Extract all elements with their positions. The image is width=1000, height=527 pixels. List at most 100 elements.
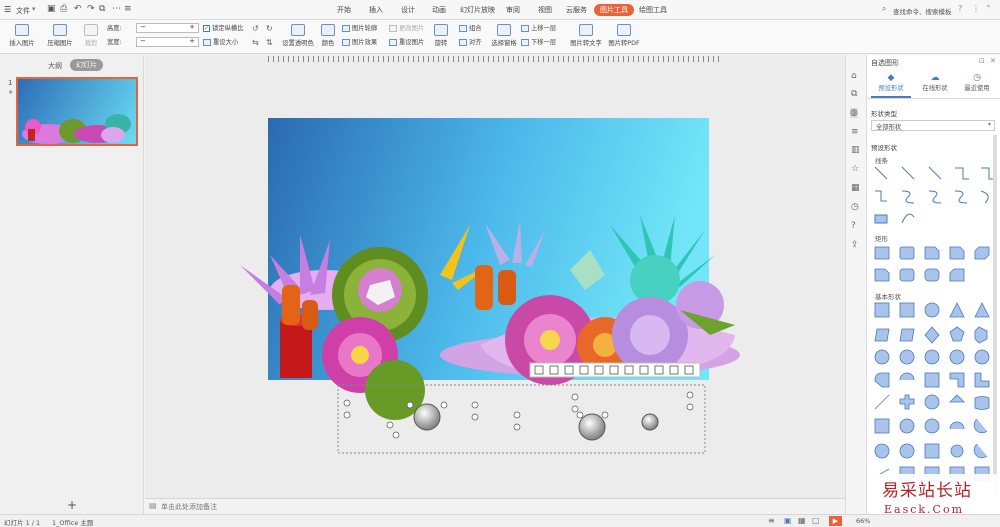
reset-picture-button[interactable]: 重设图片 (389, 38, 424, 48)
save-icon[interactable]: ▣ (47, 4, 56, 14)
color-icon (321, 24, 335, 36)
line-shapes-grid[interactable] (873, 165, 997, 225)
flip-vertical-icon[interactable]: ⇅ (266, 38, 273, 47)
zoom-level[interactable]: 66% (856, 517, 870, 525)
reset-size-button[interactable]: 重设大小 (203, 38, 238, 48)
copy-format-icon[interactable]: ⧉ (99, 4, 105, 14)
slide-thumbnail[interactable] (16, 77, 138, 146)
more-icon[interactable]: ⋯ (112, 4, 121, 14)
star-icon[interactable]: ☆ (851, 164, 859, 174)
task-pane-icons: ⌂ ⧉ ◍ ≡ ▥ ☆ ▦ ◷ ? ⇪ (845, 55, 866, 514)
undo-icon[interactable]: ↶ (74, 4, 82, 14)
notes-toggle-icon[interactable]: ≡ (768, 516, 775, 525)
pin-icon[interactable]: ⊡ (979, 57, 985, 65)
home-icon[interactable]: ⌂ (851, 71, 857, 81)
tab-cloud[interactable]: 云服务 (563, 4, 590, 16)
thumbnail-flowers-image (22, 114, 131, 144)
compress-picture-button[interactable]: 压缩图片 (45, 24, 75, 47)
tab-design[interactable]: 设计 (398, 4, 418, 16)
change-picture-button[interactable]: 更改图片 (389, 24, 424, 34)
close-icon[interactable]: ✕ (990, 57, 996, 65)
tab-home[interactable]: 开始 (334, 4, 354, 16)
template-icon[interactable]: ▦ (851, 183, 860, 193)
increase-icon[interactable]: + (189, 23, 195, 31)
help-icon[interactable]: ? (958, 4, 962, 13)
crop-button[interactable]: 裁剪 (80, 24, 102, 47)
set-transparent-button[interactable]: 设置透明色 (281, 24, 315, 47)
copy-icon[interactable]: ⧉ (851, 89, 857, 99)
play-icon[interactable]: ▶ (829, 516, 842, 526)
rotate-button[interactable]: 旋转 (430, 24, 452, 47)
rotate-left-icon[interactable]: ↺ (252, 24, 259, 33)
slide-editing-area (145, 55, 845, 498)
scrollbar[interactable] (993, 135, 997, 495)
tab-drawing-tools[interactable]: 绘图工具 (636, 4, 670, 16)
picture-to-text-button[interactable]: 图片转文字 (568, 24, 604, 47)
color-button[interactable]: 颜色 (318, 24, 338, 47)
picture-outline-button[interactable]: 图片轮廓 (342, 24, 377, 34)
tab-review[interactable]: 审阅 (503, 4, 523, 16)
shape-type-select[interactable]: 全部形状 ▾ (871, 120, 995, 131)
picture-icon (15, 24, 29, 36)
decrease-icon[interactable]: − (140, 23, 146, 31)
tab-view[interactable]: 视图 (535, 4, 555, 16)
height-field[interactable]: − + (136, 23, 199, 33)
search-icon[interactable]: ⌕ (882, 4, 886, 14)
picture-effects-button[interactable]: 图片效果 (342, 38, 377, 48)
menu-icon[interactable]: ☰ (4, 5, 11, 14)
tab-picture-tools[interactable]: 图片工具 (594, 4, 634, 16)
panel-tabs: ◆ 预设形状 ☁ 在线形状 ◷ 最近使用 (867, 71, 1000, 99)
shapes-icon: ◆ (887, 73, 895, 83)
combine-button[interactable]: 组合 (459, 24, 482, 34)
reset-size-icon (203, 38, 211, 46)
settings-icon[interactable]: ⋮ (972, 4, 980, 13)
tab-animation[interactable]: 动画 (429, 4, 449, 16)
help-icon[interactable]: ? (851, 221, 856, 231)
insert-picture-button[interactable]: 插入图片 (5, 24, 39, 47)
picture-to-pdf-icon (617, 24, 631, 36)
adjust-icon[interactable]: ≡ (851, 127, 859, 137)
tab-preset-shapes[interactable]: ◆ 预设形状 (871, 73, 911, 98)
notes-pane[interactable]: ▤ 单击此处添加备注 (145, 498, 845, 514)
file-menu[interactable]: 文件 (16, 6, 30, 16)
send-backward-button[interactable]: 下移一层 (521, 38, 556, 48)
print-icon[interactable]: ⎙ (60, 4, 67, 14)
tab-insert[interactable]: 插入 (366, 4, 386, 16)
normal-view-icon[interactable]: ▣ (784, 516, 792, 525)
shapes-icon[interactable]: ◍ (850, 108, 858, 118)
layout-icon[interactable]: ▥ (851, 145, 860, 155)
tab-slideshow[interactable]: 幻灯片放映 (457, 4, 498, 16)
tab-recent-shapes[interactable]: ◷ 最近使用 (957, 73, 997, 92)
redo-icon[interactable]: ↷ (87, 4, 95, 14)
add-slide-button[interactable]: + (67, 498, 77, 512)
bring-forward-button[interactable]: 上移一层 (521, 24, 556, 34)
notes-icon: ▤ (149, 501, 157, 510)
collapse-icon[interactable]: ⌃ (985, 4, 992, 13)
increase-icon[interactable]: + (189, 37, 195, 45)
lock-ratio-checkbox[interactable]: ✓ 锁定纵横比 (203, 24, 243, 34)
width-field[interactable]: − + (136, 37, 199, 47)
search-command[interactable]: 查找命令、搜索模板 (893, 6, 952, 16)
reading-view-icon[interactable]: ▢ (812, 516, 820, 525)
notes-placeholder[interactable]: 单击此处添加备注 (161, 502, 217, 512)
selection-pane-icon (497, 24, 511, 36)
history-icon[interactable]: ◷ (851, 202, 859, 212)
rectangle-shapes-grid[interactable] (873, 245, 997, 285)
flip-horizontal-icon[interactable]: ⇆ (252, 38, 259, 47)
sorter-view-icon[interactable]: ▦ (798, 516, 806, 525)
tab-slides[interactable]: 幻灯片 (70, 59, 103, 71)
mini-align-toolbar[interactable] (529, 362, 701, 378)
tab-outline[interactable]: 大纲 (48, 61, 62, 71)
align-button[interactable]: 对齐 (459, 38, 482, 48)
share-icon[interactable]: ⇪ (851, 240, 859, 250)
customize-icon[interactable]: ≡ (124, 4, 132, 14)
cloud-icon: ☁ (930, 73, 940, 83)
slide-canvas[interactable] (230, 115, 750, 460)
basic-shapes-grid[interactable] (873, 301, 997, 501)
tab-online-shapes[interactable]: ☁ 在线形状 (915, 73, 955, 92)
picture-to-pdf-button[interactable]: 图片转PDF (606, 24, 642, 47)
chevron-down-icon[interactable]: ▾ (32, 5, 36, 13)
rotate-right-icon[interactable]: ↻ (266, 24, 273, 33)
decrease-icon[interactable]: − (140, 37, 146, 45)
selection-pane-button[interactable]: 选择窗格 (489, 24, 519, 47)
